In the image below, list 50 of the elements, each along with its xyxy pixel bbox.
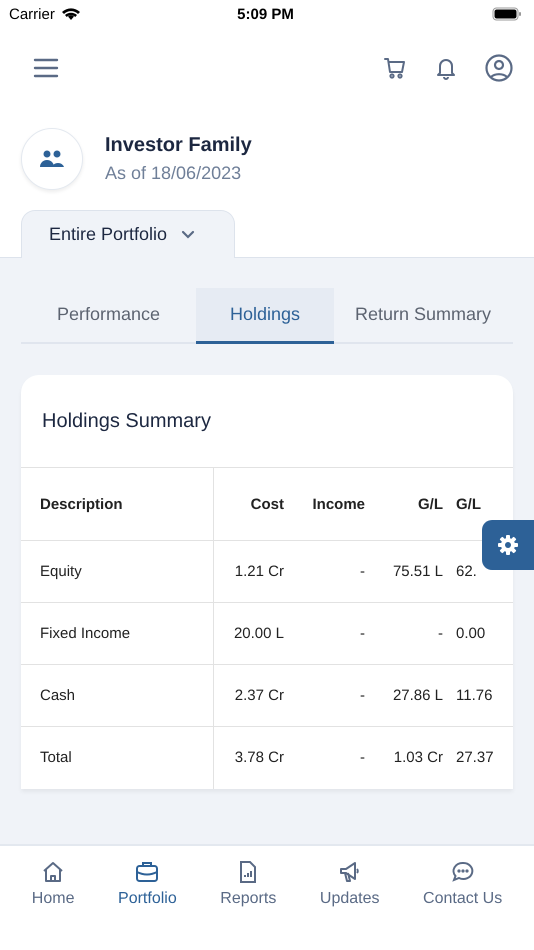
column-header: G/L (368, 468, 446, 540)
table-cell: 1.21 Cr (213, 540, 290, 602)
table-cell: 0.00 (446, 602, 513, 664)
nav-item[interactable]: Contact Us (423, 860, 502, 908)
nav-item[interactable]: Reports (220, 860, 276, 908)
table-cell: - (290, 540, 368, 602)
tab[interactable]: Return Summary (334, 288, 512, 344)
table-cell: 27.86 L (368, 664, 446, 726)
column-header: Description (21, 468, 213, 540)
nav-item[interactable]: Portfolio (118, 860, 177, 908)
chat-icon (450, 860, 475, 884)
table-cell: - (290, 602, 368, 664)
bell-icon[interactable] (435, 56, 457, 80)
table-cell: 11.76 (446, 664, 513, 726)
table-cell: Cash (21, 664, 213, 726)
table-cell: 27.37 (446, 726, 513, 788)
cart-icon[interactable] (383, 56, 407, 80)
nav-item[interactable]: Home (32, 860, 74, 908)
briefcase-icon (135, 860, 160, 884)
table-cell: 75.51 L (368, 540, 446, 602)
column-header: Income (290, 468, 368, 540)
settings-icon (497, 534, 519, 556)
clock-time: 5:09 PM (237, 6, 294, 22)
people-icon (40, 150, 64, 168)
tab[interactable]: Holdings (196, 288, 334, 344)
tab[interactable]: Performance (21, 288, 196, 344)
profile-name: Investor Family (105, 134, 252, 157)
column-header: Cost (213, 468, 290, 540)
home-icon (41, 860, 66, 884)
as-of-date: As of 18/06/2023 (105, 163, 242, 184)
table-cell: Total (21, 726, 213, 788)
table-cell: 3.78 Cr (213, 726, 290, 788)
table-cell: Equity (21, 540, 213, 602)
table-cell: 2.37 Cr (213, 664, 290, 726)
table-cell: 1.03 Cr (368, 726, 446, 788)
battery-icon (492, 7, 522, 21)
table-cell: - (290, 664, 368, 726)
table-cell: - (368, 602, 446, 664)
carrier-name: Carrier (9, 6, 55, 22)
portfolio-dropdown[interactable]: Entire Portfolio (21, 210, 235, 258)
table-cell: 20.00 L (213, 602, 290, 664)
settings-button[interactable] (482, 520, 534, 570)
table-cell: Fixed Income (21, 602, 213, 664)
user-icon[interactable] (485, 54, 513, 82)
chevron-down-icon (181, 230, 196, 239)
wifi-icon (60, 7, 81, 21)
menu-icon[interactable] (33, 58, 59, 78)
nav-item[interactable]: Updates (320, 860, 380, 908)
card-title: Holdings Summary (41, 408, 212, 434)
table-cell: - (290, 726, 368, 788)
